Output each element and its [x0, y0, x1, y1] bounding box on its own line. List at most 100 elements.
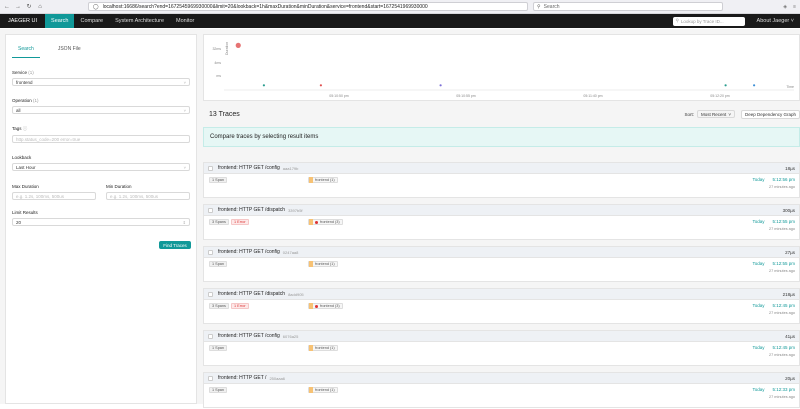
- x-tick-label: 05:10:50 pm: [329, 94, 349, 98]
- trace-body: 3 Spans 1 Error frontend (3) Today 5:12:45 p…: [204, 300, 799, 325]
- search-icon: ⚲: [675, 18, 679, 23]
- operation-select[interactable]: all ˅: [12, 106, 190, 114]
- trace-select-checkbox[interactable]: [208, 249, 213, 255]
- url-bar[interactable]: ◯ localhost:16686/search?end=16725459699…: [88, 2, 528, 11]
- y-tick-label: ms: [216, 74, 221, 78]
- trace-result-item[interactable]: frontend: HTTP GET /config 6076a25 41µs 1 S…: [203, 330, 800, 366]
- trace-name[interactable]: frontend: HTTP GET /dispatch: [218, 291, 285, 297]
- span-count-badge: 1 Span: [209, 261, 228, 267]
- sort-value: Most Recent: [700, 111, 727, 117]
- nav-search[interactable]: Search: [45, 14, 75, 28]
- trace-select-checkbox[interactable]: [208, 165, 213, 171]
- trace-result-item[interactable]: frontend: HTTP GET /config aaa179b 18µs 1 S…: [203, 162, 800, 198]
- trace-header[interactable]: frontend: HTTP GET /config 6076a25 41µs: [204, 331, 799, 342]
- reload-icon[interactable]: ↻: [26, 3, 32, 10]
- trace-result-item[interactable]: frontend: HTTP GET /config 0247aa8 27µs 1 S…: [203, 246, 800, 282]
- operation-count: (1): [33, 98, 39, 103]
- trace-body: 1 Span frontend (1) Today 5:12:55 pm 27 minu…: [204, 258, 799, 283]
- help-icon[interactable]: ⓘ: [23, 126, 28, 131]
- trace-id-lookup-input[interactable]: ⚲ Lookup by Trace ID...: [672, 16, 745, 26]
- trace-time: 5:12:56 pm: [772, 177, 795, 182]
- tab-search[interactable]: Search: [12, 41, 40, 58]
- operation-value: all: [16, 107, 21, 113]
- y-axis-label: Duration: [225, 42, 229, 55]
- browser-search-input[interactable]: ⚲ Search: [533, 2, 723, 11]
- chevron-down-icon: ˅: [183, 164, 186, 170]
- trace-body: 1 Span frontend (1) Today 5:12:33 pm 27 minu…: [204, 384, 799, 409]
- service-tag: frontend (1): [308, 261, 338, 267]
- service-color-swatch: [309, 219, 313, 225]
- back-icon[interactable]: ←: [4, 4, 10, 10]
- trace-header[interactable]: frontend: HTTP GET /250aaa6 20µs: [204, 373, 799, 384]
- sort-select[interactable]: Most Recent ˅: [696, 110, 735, 118]
- error-count-badge: 1 Error: [231, 303, 249, 309]
- browser-search-placeholder: Search: [543, 3, 560, 10]
- trace-point[interactable]: [439, 84, 442, 87]
- max-duration-label: Max Duration: [12, 184, 39, 189]
- about-jaeger-menu[interactable]: About Jaeger ˅: [745, 18, 800, 24]
- menu-icon[interactable]: ≡: [793, 4, 796, 10]
- trace-date: Today: [752, 345, 765, 350]
- trace-header[interactable]: frontend: HTTP GET /dispatch 8add905 218µs: [204, 289, 799, 300]
- nav-compare[interactable]: Compare: [74, 14, 109, 28]
- trace-header[interactable]: frontend: HTTP GET /config 0247aa8 27µs: [204, 247, 799, 258]
- trace-result-item[interactable]: frontend: HTTP GET /dispatch 3397b5f 300µs…: [203, 204, 800, 240]
- brand-logo[interactable]: JAEGER UI: [0, 18, 45, 24]
- shield-extension-icon[interactable]: ◈: [783, 4, 787, 10]
- y-tick-label: 32ms: [212, 47, 221, 51]
- stepper-icon[interactable]: ⇕: [183, 220, 186, 225]
- tags-label-text: Tags: [12, 126, 22, 131]
- x-tick-label: 05:12:20 pm: [710, 94, 730, 98]
- service-tag: frontend (3): [308, 219, 343, 225]
- trace-point[interactable]: [235, 42, 241, 48]
- service-tag: frontend (1): [308, 387, 338, 393]
- max-duration-placeholder: e.g. 1.2s, 100ms, 500us: [16, 193, 65, 199]
- nav-monitor[interactable]: Monitor: [170, 14, 200, 28]
- trace-select-checkbox[interactable]: [208, 291, 213, 297]
- operation-label-text: Operation: [12, 98, 32, 103]
- trace-duration: 18µs: [785, 165, 795, 171]
- find-traces-button[interactable]: Find Traces: [159, 241, 191, 249]
- chevron-down-icon: ˅: [183, 107, 186, 113]
- trace-point[interactable]: [262, 84, 265, 87]
- search-form-panel: Search JSON File Service (1) frontend ˅ O…: [5, 34, 197, 404]
- trace-name[interactable]: frontend: HTTP GET /config: [218, 165, 280, 171]
- trace-time: 5:12:55 pm: [772, 261, 795, 266]
- url-text: localhost:16686/search?end=1672545969930…: [102, 3, 428, 10]
- tags-input[interactable]: http.status_code=200 error=true: [12, 135, 190, 143]
- trace-point[interactable]: [319, 84, 322, 87]
- y-tick-label: 4ms: [214, 61, 221, 65]
- forward-icon[interactable]: →: [15, 4, 21, 10]
- service-color-swatch: [309, 261, 313, 267]
- nav-system-architecture[interactable]: System Architecture: [109, 14, 170, 28]
- trace-name[interactable]: frontend: HTTP GET /: [218, 375, 266, 381]
- trace-start-time: Today 5:12:55 pm: [752, 261, 795, 266]
- deep-dependency-graph-button[interactable]: Deep Dependency Graph: [740, 109, 800, 119]
- max-duration-input[interactable]: e.g. 1.2s, 100ms, 500us: [12, 192, 96, 200]
- trace-id: 8add905: [288, 291, 304, 297]
- trace-result-item[interactable]: frontend: HTTP GET /dispatch 8add905 218µs…: [203, 288, 800, 324]
- limit-results-input[interactable]: 20 ⇕: [12, 218, 190, 226]
- trace-point[interactable]: [724, 84, 727, 87]
- service-select[interactable]: frontend ˅: [12, 78, 190, 86]
- trace-name[interactable]: frontend: HTTP GET /dispatch: [218, 207, 285, 213]
- lookback-value: Last Hour: [16, 164, 36, 170]
- home-icon[interactable]: ⌂: [37, 4, 43, 10]
- trace-name[interactable]: frontend: HTTP GET /config: [218, 333, 280, 339]
- trace-select-checkbox[interactable]: [208, 333, 213, 339]
- trace-start-time: Today 5:12:45 pm: [752, 345, 795, 350]
- span-count-badge: 1 Span: [209, 177, 228, 183]
- trace-point[interactable]: [753, 84, 756, 87]
- service-tag-label: frontend (1): [315, 346, 335, 350]
- trace-result-item[interactable]: frontend: HTTP GET /250aaa6 20µs 1 Span fro…: [203, 372, 800, 408]
- trace-select-checkbox[interactable]: [208, 375, 213, 381]
- trace-select-checkbox[interactable]: [208, 207, 213, 213]
- error-dot-icon: [315, 220, 318, 224]
- trace-name[interactable]: frontend: HTTP GET /config: [218, 249, 280, 255]
- trace-header[interactable]: frontend: HTTP GET /config aaa179b 18µs: [204, 163, 799, 174]
- min-duration-input[interactable]: e.g. 1.2s, 100ms, 500us: [106, 192, 190, 200]
- trace-header[interactable]: frontend: HTTP GET /dispatch 3397b5f 300µs: [204, 205, 799, 216]
- lookback-select[interactable]: Last Hour ˅: [12, 163, 190, 171]
- trace-duration: 20µs: [785, 375, 795, 381]
- tab-json-file[interactable]: JSON File: [52, 41, 87, 58]
